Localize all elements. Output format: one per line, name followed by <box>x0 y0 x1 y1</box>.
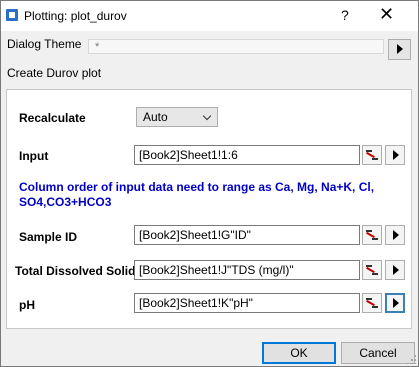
cancel-button[interactable]: Cancel <box>341 342 415 364</box>
triangle-right-icon <box>393 265 399 275</box>
dialog-theme-label: Dialog Theme <box>7 37 82 51</box>
sample-id-label: Sample ID <box>19 230 78 244</box>
recalculate-value: Auto <box>143 110 168 124</box>
close-button[interactable]: ✕ <box>379 4 394 25</box>
settings-panel: Recalculate Auto Input [Book2]Sheet1!1:6… <box>6 89 412 329</box>
tds-range-picker-button[interactable] <box>362 260 382 280</box>
title-bar: Plotting: plot_durov ? ✕ <box>1 1 418 31</box>
input-order-note: Column order of input data need to range… <box>19 180 375 209</box>
tds-menu-button[interactable] <box>385 260 405 280</box>
help-button[interactable]: ? <box>341 7 349 23</box>
dialog-theme-field[interactable]: * <box>88 39 384 54</box>
input-range-picker-button[interactable] <box>362 145 382 165</box>
sample-id-menu-button[interactable] <box>385 225 405 245</box>
chevron-down-icon <box>202 111 212 121</box>
recalculate-label: Recalculate <box>19 111 86 125</box>
ph-range-picker-button[interactable] <box>362 293 382 313</box>
triangle-right-icon <box>393 298 399 308</box>
tds-field[interactable]: [Book2]Sheet1!J"TDS (mg/l)" <box>134 260 360 280</box>
input-field[interactable]: [Book2]Sheet1!1:6 <box>134 145 360 165</box>
window-title: Plotting: plot_durov <box>24 9 127 23</box>
recalculate-select[interactable]: Auto <box>136 107 218 127</box>
ph-menu-button[interactable] <box>385 293 405 313</box>
dialog-description: Create Durov plot <box>7 66 102 80</box>
ph-field[interactable]: [Book2]Sheet1!K"pH" <box>134 293 360 313</box>
sample-id-range-picker-button[interactable] <box>362 225 382 245</box>
tds-label: Total Dissolved Solids <box>15 264 143 278</box>
triangle-right-icon <box>397 44 403 54</box>
ph-label: pH <box>19 298 35 312</box>
input-label: Input <box>19 149 49 163</box>
ok-button[interactable]: OK <box>262 342 336 364</box>
triangle-right-icon <box>393 150 399 160</box>
dialog-theme-menu-button[interactable] <box>388 39 411 60</box>
input-menu-button[interactable] <box>385 145 405 165</box>
sample-id-field[interactable]: [Book2]Sheet1!G"ID" <box>134 225 360 245</box>
dialog-window: Plotting: plot_durov ? ✕ Dialog Theme * … <box>0 0 419 367</box>
triangle-right-icon <box>393 230 399 240</box>
app-icon <box>6 9 18 21</box>
